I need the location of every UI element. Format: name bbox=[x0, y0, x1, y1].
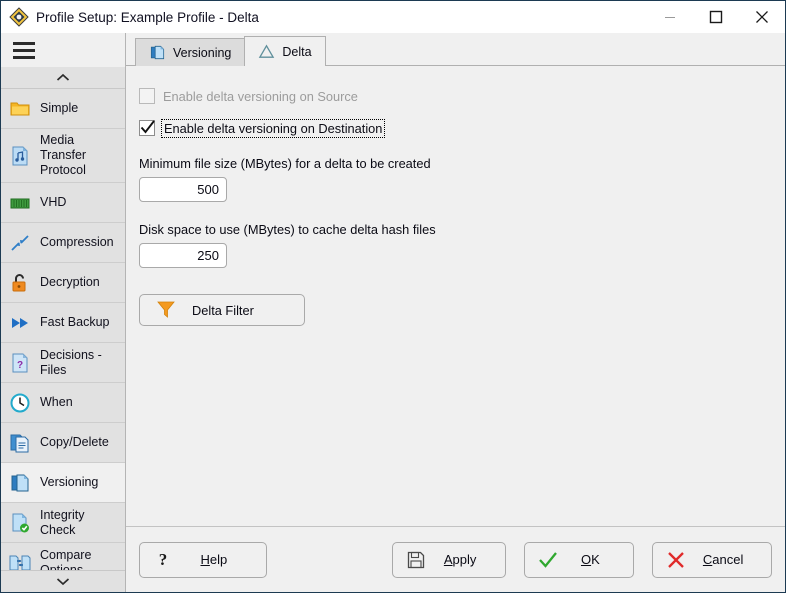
sidebar-item-decryption[interactable]: Decryption bbox=[1, 263, 125, 303]
disk-space-group: Disk space to use (MBytes) to cache delt… bbox=[139, 222, 785, 268]
apply-button[interactable]: Apply bbox=[391, 541, 507, 578]
svg-text:?: ? bbox=[159, 550, 168, 569]
sidebar-item-label: Fast Backup bbox=[40, 315, 110, 329]
disk-space-input[interactable]: 250 bbox=[139, 243, 227, 268]
cancel-rest: ancel bbox=[712, 552, 744, 567]
fast-forward-icon bbox=[9, 312, 31, 334]
delta-settings-panel: Enable delta versioning on Source Enable… bbox=[126, 66, 785, 526]
cancel-button[interactable]: Cancel bbox=[652, 541, 772, 578]
sidebar-item-label: Compression bbox=[40, 235, 114, 249]
clock-icon bbox=[9, 392, 31, 414]
apply-accesskey: A bbox=[443, 552, 453, 567]
help-button[interactable]: ? Help bbox=[139, 541, 267, 578]
sidebar-item-compression[interactable]: Compression bbox=[1, 223, 125, 263]
sidebar-item-label: Copy/Delete bbox=[40, 435, 109, 449]
ok-button[interactable]: OK bbox=[524, 541, 635, 578]
sidebar: Simple Media Transfer Protocol VHD Compr… bbox=[1, 33, 126, 592]
sidebar-item-decisions-files[interactable]: ? Decisions - Files bbox=[1, 343, 125, 383]
sidebar-item-simple[interactable]: Simple bbox=[1, 89, 125, 129]
hamburger-icon[interactable] bbox=[1, 33, 125, 67]
enable-delta-destination-label: Enable delta versioning on Destination bbox=[160, 118, 386, 138]
sidebar-item-label: VHD bbox=[40, 195, 67, 209]
help-label: Help bbox=[176, 552, 266, 567]
tab-delta[interactable]: Delta bbox=[244, 36, 326, 67]
compress-arrows-icon bbox=[9, 232, 31, 254]
minimize-icon[interactable] bbox=[647, 1, 693, 33]
tab-versioning[interactable]: Versioning bbox=[135, 38, 246, 66]
sidebar-item-fast-backup[interactable]: Fast Backup bbox=[1, 303, 125, 343]
sidebar-item-label: Media Transfer Protocol bbox=[40, 133, 87, 177]
versioning-pages-icon bbox=[9, 472, 31, 494]
music-document-icon bbox=[9, 145, 31, 167]
enable-delta-source-row[interactable]: Enable delta versioning on Source bbox=[139, 88, 785, 104]
svg-text:?: ? bbox=[17, 360, 23, 371]
disk-space-label: Disk space to use (MBytes) to cache delt… bbox=[139, 222, 436, 237]
sidebar-item-media-transfer-protocol[interactable]: Media Transfer Protocol bbox=[1, 129, 125, 183]
ok-rest: K bbox=[591, 552, 600, 567]
sidebar-item-label: Versioning bbox=[40, 475, 99, 489]
ok-label: OK bbox=[561, 552, 633, 567]
enable-delta-source-label: Enable delta versioning on Source bbox=[163, 88, 358, 104]
window-title: Profile Setup: Example Profile - Delta bbox=[36, 9, 259, 25]
delta-filter-label: Delta Filter bbox=[192, 302, 254, 318]
save-floppy-icon bbox=[403, 551, 429, 569]
compare-documents-icon bbox=[9, 552, 31, 570]
move-sync-diamond-icon bbox=[8, 6, 30, 28]
sidebar-item-integrity-check[interactable]: Integrity Check bbox=[1, 503, 125, 543]
enable-delta-destination-row[interactable]: Enable delta versioning on Destination bbox=[139, 118, 785, 138]
unlock-padlock-icon bbox=[9, 272, 31, 294]
copy-documents-icon bbox=[9, 432, 31, 454]
sidebar-item-vhd[interactable]: VHD bbox=[1, 183, 125, 223]
tab-label: Delta bbox=[282, 44, 312, 59]
sidebar-item-label: Integrity Check bbox=[40, 507, 85, 537]
drive-icon bbox=[9, 192, 31, 214]
sidebar-nav-list: Simple Media Transfer Protocol VHD Compr… bbox=[1, 89, 125, 570]
enable-delta-source-checkbox bbox=[139, 88, 155, 104]
ok-accesskey: O bbox=[580, 552, 592, 567]
sidebar-item-compare-options[interactable]: Compare Options bbox=[1, 543, 125, 570]
min-file-size-label: Minimum file size (MBytes) for a delta t… bbox=[139, 156, 431, 171]
close-icon[interactable] bbox=[739, 1, 785, 33]
document-check-icon bbox=[9, 512, 31, 534]
chevron-up-icon[interactable] bbox=[1, 67, 125, 89]
help-accesskey: H bbox=[200, 552, 210, 567]
profile-setup-window: Profile Setup: Example Profile - Delta S… bbox=[0, 0, 786, 593]
min-file-size-group: Minimum file size (MBytes) for a delta t… bbox=[139, 156, 785, 202]
sidebar-item-label: Decryption bbox=[40, 275, 100, 289]
tab-label: Versioning bbox=[173, 45, 232, 60]
enable-delta-destination-checkbox[interactable] bbox=[139, 120, 155, 136]
dialog-footer: ? Help Apply OK Cancel bbox=[126, 526, 785, 592]
sidebar-item-label: Compare Options bbox=[40, 547, 92, 571]
cross-x-icon bbox=[663, 550, 689, 570]
cancel-label: Cancel bbox=[689, 552, 771, 567]
maximize-icon[interactable] bbox=[693, 1, 739, 33]
funnel-filter-icon bbox=[156, 299, 176, 322]
sidebar-item-label: Decisions - Files bbox=[40, 347, 102, 377]
folder-icon bbox=[9, 98, 31, 120]
question-mark-icon: ? bbox=[150, 549, 176, 571]
tab-strip: Versioning Delta bbox=[126, 33, 785, 67]
delta-filter-button[interactable]: Delta Filter bbox=[139, 294, 305, 326]
content-area: Versioning Delta Enable delta versioning… bbox=[126, 33, 785, 592]
sidebar-item-copy-delete[interactable]: Copy/Delete bbox=[1, 423, 125, 463]
cancel-accesskey: C bbox=[702, 552, 713, 567]
apply-label: Apply bbox=[429, 552, 506, 567]
title-bar: Profile Setup: Example Profile - Delta bbox=[1, 1, 785, 33]
sidebar-item-versioning[interactable]: Versioning bbox=[1, 463, 125, 503]
sidebar-item-label: Simple bbox=[40, 101, 79, 115]
help-rest: elp bbox=[209, 552, 228, 567]
window-controls bbox=[647, 1, 785, 33]
window-body: Simple Media Transfer Protocol VHD Compr… bbox=[1, 33, 785, 592]
sidebar-item-when[interactable]: When bbox=[1, 383, 125, 423]
checkmark-icon bbox=[535, 550, 561, 570]
apply-rest: pply bbox=[452, 552, 477, 567]
question-document-icon: ? bbox=[9, 352, 31, 374]
sidebar-item-label: When bbox=[40, 395, 73, 409]
delta-triangle-icon bbox=[258, 43, 275, 60]
min-file-size-input[interactable]: 500 bbox=[139, 177, 227, 202]
chevron-down-icon[interactable] bbox=[1, 570, 125, 592]
versioning-pages-icon bbox=[149, 44, 166, 61]
